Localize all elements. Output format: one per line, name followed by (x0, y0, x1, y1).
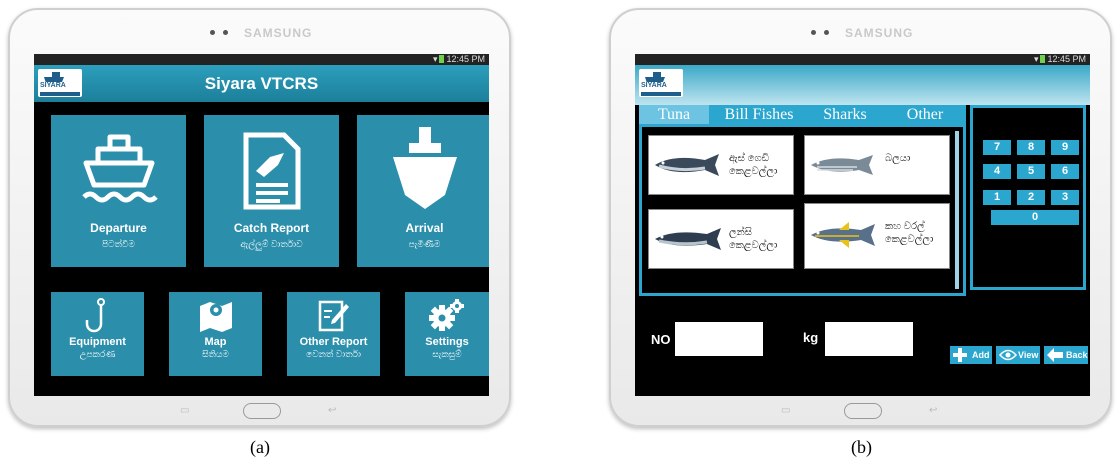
numeric-keypad: 7 8 9 4 5 6 1 2 3 0 (970, 105, 1086, 290)
equipment-tile[interactable]: Equipment උපකරණ (51, 292, 144, 376)
front-camera (210, 30, 234, 36)
key-9[interactable]: 9 (1051, 140, 1079, 155)
app-bar: SIYARA Siyara VTCRS (34, 65, 489, 102)
gear-icon (429, 299, 464, 331)
status-bar: ▾ 12:45 PM (635, 54, 1090, 65)
status-time: 12:45 PM (446, 54, 485, 64)
back-button[interactable]: Back (1044, 346, 1088, 364)
recent-apps-key[interactable]: ▭ (781, 405, 790, 416)
signal-icon: ▾ (432, 54, 438, 64)
map-icon (199, 302, 232, 332)
tile-sublabel: සැකසුම් (432, 349, 462, 359)
device-brand: SAMSUNG (244, 26, 313, 40)
key-1[interactable]: 1 (983, 190, 1011, 205)
eye-icon (999, 349, 1017, 361)
fish-name: ලන්සි කෙළවල්ලා (729, 227, 778, 251)
key-4[interactable]: 4 (983, 164, 1011, 179)
tile-label: Other Report (299, 336, 368, 348)
caption-a: (a) (250, 437, 270, 457)
fish-name: කහ වරල් කෙළවල්ලා (885, 221, 934, 245)
tablet-b: SAMSUNG ▾ 12:45 PM SIYARA Tuna Bill Fishe… (609, 8, 1112, 427)
departure-tile[interactable]: Departure පිටත්වීම (51, 115, 186, 267)
tab-bill-fishes[interactable]: Bill Fishes (713, 105, 805, 124)
tab-tuna[interactable]: Tuna (639, 105, 709, 124)
back-key[interactable]: ↩ (328, 405, 336, 416)
ship-departure-icon (81, 134, 158, 203)
key-7[interactable]: 7 (983, 140, 1011, 155)
tile-sublabel: පිටත්වීම (102, 239, 135, 249)
tile-sublabel: උපකරණ (79, 349, 116, 359)
screen-a-home: ▾ 12:45 PM SIYARA Siyara VTCRS Departure … (34, 54, 489, 396)
no-label: NO (651, 332, 671, 347)
no-input[interactable] (675, 322, 763, 356)
edit-report-icon (318, 300, 349, 332)
fish-grid-scrollbar[interactable] (955, 131, 959, 289)
back-button-label: Back (1066, 350, 1088, 360)
settings-tile[interactable]: Settings සැකසුම් (405, 292, 489, 376)
map-tile[interactable]: Map සිතියම (169, 292, 262, 376)
view-button-label: View (1018, 350, 1039, 360)
device-brand: SAMSUNG (845, 26, 914, 40)
signal-icon: ▾ (1033, 54, 1039, 64)
tab-sharks[interactable]: Sharks (809, 105, 881, 124)
fish-name: ඇස් ගෙඩි කෙළවල්ලා (729, 153, 778, 177)
fish-card[interactable]: ඇස් ගෙඩි කෙළවල්ලා (648, 135, 794, 195)
caption-b: (b) (851, 437, 872, 457)
tile-label: Arrival (405, 221, 444, 235)
kg-input[interactable] (825, 322, 913, 356)
siyara-logo: SIYARA (639, 69, 683, 97)
tile-label: Departure (90, 221, 147, 235)
yellowfin-tuna-icon (811, 222, 875, 248)
catch-report-icon (243, 132, 300, 210)
recent-apps-key[interactable]: ▭ (180, 405, 189, 416)
tablet-a: SAMSUNG ▾ 12:45 PM SIYARA Siyara VTCRS De… (8, 8, 511, 427)
ship-arrival-icon (392, 127, 457, 209)
kg-label: kg (803, 330, 819, 345)
status-time: 12:45 PM (1047, 54, 1086, 64)
key-3[interactable]: 3 (1051, 190, 1079, 205)
view-button[interactable]: View (996, 346, 1040, 364)
key-5[interactable]: 5 (1017, 164, 1045, 179)
key-8[interactable]: 8 (1017, 140, 1045, 155)
front-camera (811, 30, 835, 36)
tile-sublabel: පැමිණීම (408, 239, 441, 249)
back-key[interactable]: ↩ (929, 405, 937, 416)
tile-label: Equipment (69, 336, 126, 348)
arrow-left-icon (1047, 348, 1063, 362)
add-button[interactable]: Add (950, 346, 992, 364)
skipjack-tuna-icon (811, 155, 873, 175)
add-button-label: Add (972, 350, 990, 360)
battery-icon (439, 55, 445, 63)
catch-report-tile[interactable]: Catch Report ඇල්ලුම් වාර්තාව (204, 115, 339, 267)
tile-label: Settings (425, 336, 469, 348)
tile-label: Catch Report (233, 221, 310, 235)
fish-card[interactable]: ලන්සි කෙළවල්ලා (648, 209, 794, 269)
key-2[interactable]: 2 (1017, 190, 1045, 205)
species-tabs: Tuna Bill Fishes Sharks Other (639, 105, 966, 124)
tab-other[interactable]: Other (887, 105, 963, 124)
fish-grid: ඇස් ගෙඩි කෙළවල්ලා බලයා ලන්සි කෙළවල්ලා කහ… (639, 124, 966, 296)
battery-icon (1040, 55, 1046, 63)
longtail-tuna-icon (655, 228, 721, 250)
home-button[interactable] (243, 403, 281, 419)
tile-sublabel: වෙනත් වාර්තා (306, 349, 361, 359)
tile-sublabel: ඇල්ලුම් වාර්තාව (240, 239, 303, 249)
bigeye-tuna-icon (655, 154, 719, 176)
hook-icon (85, 298, 105, 333)
fish-card[interactable]: කහ වරල් කෙළවල්ලා (804, 203, 950, 269)
plus-icon (953, 348, 967, 362)
fish-name: බලයා (885, 153, 911, 164)
screen-b-catch-entry: ▾ 12:45 PM SIYARA Tuna Bill Fishes Sharks… (635, 54, 1090, 396)
fish-card[interactable]: බලයා (804, 135, 950, 195)
tile-label: Map (204, 336, 227, 348)
status-bar: ▾ 12:45 PM (34, 54, 489, 65)
app-bar: SIYARA (635, 65, 1090, 105)
app-title: Siyara VTCRS (204, 74, 319, 93)
other-report-tile[interactable]: Other Report වෙනත් වාර්තා (287, 292, 380, 376)
key-6[interactable]: 6 (1051, 164, 1079, 179)
tile-sublabel: සිතියම (202, 349, 229, 359)
home-button[interactable] (844, 403, 882, 419)
key-0[interactable]: 0 (991, 210, 1079, 225)
arrival-tile[interactable]: Arrival පැමිණීම (357, 115, 489, 267)
